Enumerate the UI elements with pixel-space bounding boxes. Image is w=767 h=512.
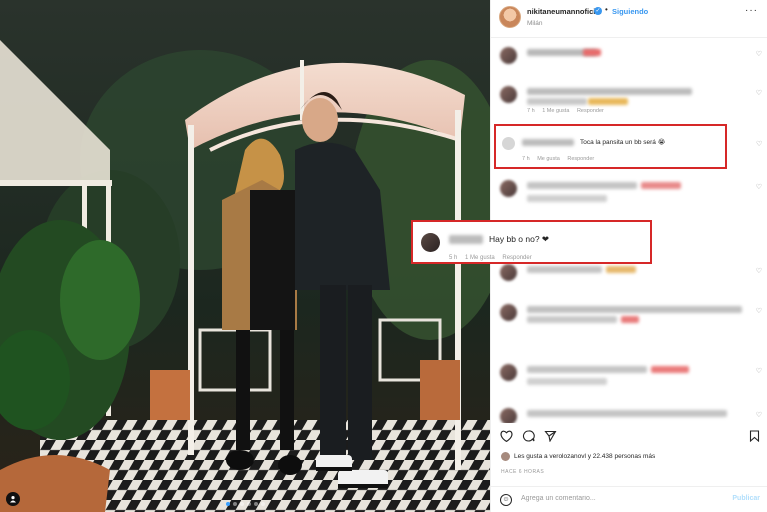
blurred-username	[522, 139, 574, 146]
blurred-comment-meta	[527, 378, 607, 385]
comment-item: ♡	[491, 260, 767, 296]
highlighted-comment-enlarged: Hay bb o no? ❤ 5 h 1 Me gusta Responder	[411, 220, 652, 264]
comment-item: ♡	[491, 360, 767, 396]
comment-text: Hay bb o no? ❤	[489, 234, 549, 245]
reply-button[interactable]: Responder	[502, 255, 531, 261]
add-comment-bar: ☺ Publicar	[491, 486, 767, 512]
comment-likes[interactable]: Me gusta	[537, 156, 560, 162]
commenter-avatar[interactable]	[421, 233, 440, 252]
user-icon	[10, 496, 16, 503]
heart-icon[interactable]: ♡	[756, 183, 762, 191]
author-avatar[interactable]	[499, 6, 521, 28]
blurred-comment-text	[527, 316, 617, 323]
comment-item: ♡	[491, 43, 767, 79]
heart-icon[interactable]: ♡	[756, 411, 762, 419]
post-header: nikitaneumannoficial ✓ • Siguiendo Milán…	[491, 0, 767, 38]
comment-meta: 7 h 1 Me gusta Responder	[527, 108, 610, 114]
blurred-emoji	[588, 98, 628, 105]
comment-icon[interactable]	[522, 429, 535, 447]
tagged-user-button[interactable]	[6, 492, 20, 506]
emoji-icon[interactable]: ☺	[500, 494, 512, 506]
post-timestamp: HACE 6 HORAS	[501, 469, 545, 475]
publish-button[interactable]: Publicar	[732, 495, 760, 502]
comment-likes[interactable]: 1 Me gusta	[465, 255, 495, 261]
following-button[interactable]: Siguiendo	[612, 7, 648, 16]
blurred-comment-text	[527, 98, 587, 105]
commenter-avatar[interactable]	[500, 86, 517, 103]
comment-input[interactable]	[521, 495, 721, 502]
blurred-emoji	[651, 366, 689, 373]
comment-likes[interactable]: 1 Me gusta	[542, 108, 569, 114]
reply-button[interactable]: Responder	[577, 108, 604, 114]
highlighted-comment: Toca la pansita un bb será 😭 7 h Me gust…	[494, 124, 727, 169]
verified-badge-icon: ✓	[594, 7, 602, 15]
heart-icon[interactable]: ♡	[756, 267, 762, 275]
carousel-dots	[0, 502, 490, 506]
carousel-dot	[239, 502, 244, 506]
blurred-comment-text	[527, 410, 727, 417]
commenter-avatar[interactable]	[500, 47, 517, 64]
comment-text-content: Hay bb o no? ❤	[489, 234, 550, 244]
author-username[interactable]: nikitaneumannoficial	[527, 7, 602, 16]
comment-item: 7 h 1 Me gusta Responder ♡	[491, 82, 767, 118]
comment-time: 7 h	[527, 108, 535, 114]
heart-icon[interactable]: ♡	[756, 50, 762, 58]
comment-time: 7 h	[522, 156, 530, 162]
heart-icon[interactable]: ♡	[756, 89, 762, 97]
comment-item: ♡	[491, 176, 767, 212]
blurred-comment-text	[527, 366, 647, 373]
carousel-dot	[232, 502, 237, 506]
blurred-comment-text	[527, 88, 692, 95]
carousel-dot	[260, 502, 265, 506]
carousel-dot	[253, 502, 258, 506]
commenter-avatar[interactable]	[502, 137, 515, 150]
post-side-panel: nikitaneumannoficial ✓ • Siguiendo Milán…	[411, 0, 767, 512]
blurred-comment-text	[527, 182, 637, 189]
comment-meta: 7 h Me gusta Responder	[522, 156, 600, 162]
blurred-username	[449, 235, 483, 244]
blurred-comment-text	[527, 266, 602, 273]
likes-text: Les gusta a verolozanovl y 22.438 person…	[514, 453, 656, 461]
blurred-emoji	[583, 49, 601, 56]
separator-dot: •	[605, 5, 608, 14]
commenter-avatar[interactable]	[500, 364, 517, 381]
blurred-emoji	[621, 316, 639, 323]
heart-icon[interactable]: ♡	[756, 140, 762, 148]
blurred-comment-text	[527, 306, 742, 313]
blurred-comment-meta	[527, 195, 607, 202]
commenter-avatar[interactable]	[500, 408, 517, 423]
comment-item: ♡	[491, 300, 767, 336]
post-location[interactable]: Milán	[527, 20, 543, 27]
blurred-emoji	[606, 266, 636, 273]
comment-text: Toca la pansita un bb será 😭	[580, 139, 666, 146]
commenter-avatar[interactable]	[500, 304, 517, 321]
blurred-emoji	[641, 182, 681, 189]
heart-icon[interactable]: ♡	[756, 367, 762, 375]
commenter-avatar[interactable]	[500, 180, 517, 197]
heart-icon[interactable]: ♡	[756, 307, 762, 315]
liker-avatar	[501, 452, 510, 461]
heart-icon[interactable]	[500, 429, 513, 447]
comment-meta: 5 h 1 Me gusta Responder	[449, 255, 538, 261]
comment-time: 5 h	[449, 255, 458, 261]
carousel-dot-active	[225, 502, 230, 506]
reply-button[interactable]: Responder	[567, 156, 594, 162]
more-options-icon[interactable]: ···	[745, 5, 758, 16]
comment-item: ♡	[491, 404, 767, 423]
likes-summary[interactable]: Les gusta a verolozanovl y 22.438 person…	[501, 452, 655, 461]
bookmark-icon[interactable]	[749, 429, 760, 447]
post-actions	[491, 424, 767, 446]
share-icon[interactable]	[544, 429, 557, 447]
carousel-dot	[246, 502, 251, 506]
commenter-avatar[interactable]	[500, 264, 517, 281]
